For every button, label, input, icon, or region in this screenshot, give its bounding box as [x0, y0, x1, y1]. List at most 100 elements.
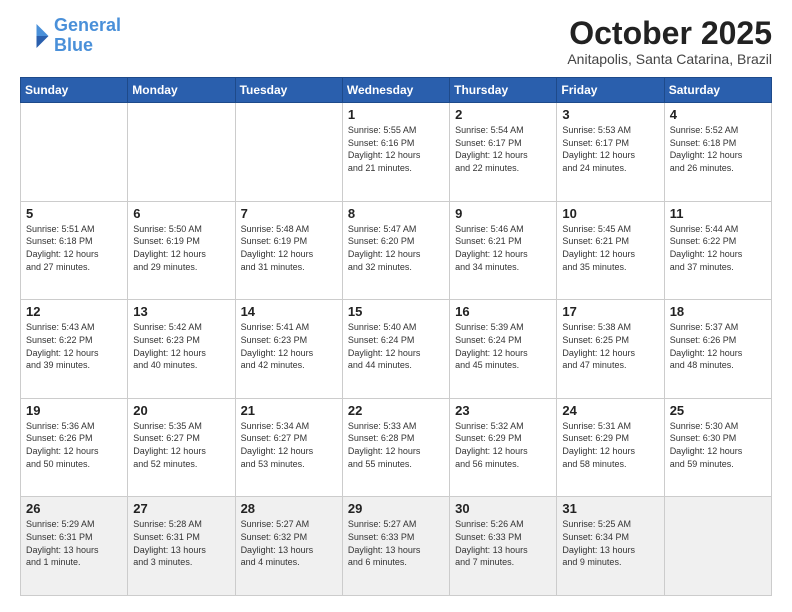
day-info: Sunrise: 5:53 AM Sunset: 6:17 PM Dayligh…: [562, 124, 658, 174]
column-header-friday: Friday: [557, 78, 664, 103]
day-cell: 10Sunrise: 5:45 AM Sunset: 6:21 PM Dayli…: [557, 201, 664, 300]
day-number: 26: [26, 501, 122, 516]
day-info: Sunrise: 5:50 AM Sunset: 6:19 PM Dayligh…: [133, 223, 229, 273]
day-number: 17: [562, 304, 658, 319]
day-info: Sunrise: 5:27 AM Sunset: 6:33 PM Dayligh…: [348, 518, 444, 568]
week-row-4: 19 Sunrise: 5:36 AM Sunset: 6:26 PM Dayli…: [21, 398, 772, 497]
day-info: Sunrise: 5:27 AM Sunset: 6:32 PM Dayligh…: [241, 518, 337, 568]
day-cell: 7 Sunrise: 5:48 AM Sunset: 6:19 PM Daylig…: [235, 201, 342, 300]
logo: General Blue: [20, 16, 121, 56]
logo-general: General: [54, 15, 121, 35]
day-number: 3: [562, 107, 658, 122]
day-info: Sunrise: 5:44 AM Sunset: 6:22 PM Dayligh…: [670, 223, 766, 273]
day-cell: [128, 103, 235, 202]
day-info: Sunrise: 5:38 AM Sunset: 6:25 PM Dayligh…: [562, 321, 658, 371]
day-number: 9: [455, 206, 551, 221]
day-info: Sunrise: 5:29 AM Sunset: 6:31 PM Dayligh…: [26, 518, 122, 568]
day-info: Sunrise: 5:42 AM Sunset: 6:23 PM Dayligh…: [133, 321, 229, 371]
day-cell: 1 Sunrise: 5:55 AM Sunset: 6:16 PM Daylig…: [342, 103, 449, 202]
day-cell: 16 Sunrise: 5:39 AM Sunset: 6:24 PM Dayli…: [450, 300, 557, 399]
day-info: Sunrise: 5:40 AM Sunset: 6:24 PM Dayligh…: [348, 321, 444, 371]
day-number: 5: [26, 206, 122, 221]
day-number: 25: [670, 403, 766, 418]
column-header-tuesday: Tuesday: [235, 78, 342, 103]
calendar-table: SundayMondayTuesdayWednesdayThursdayFrid…: [20, 77, 772, 596]
day-info: Sunrise: 5:51 AM Sunset: 6:18 PM Dayligh…: [26, 223, 122, 273]
day-number: 15: [348, 304, 444, 319]
day-number: 30: [455, 501, 551, 516]
day-cell: [235, 103, 342, 202]
day-info: Sunrise: 5:30 AM Sunset: 6:30 PM Dayligh…: [670, 420, 766, 470]
day-cell: 21Sunrise: 5:34 AM Sunset: 6:27 PM Dayli…: [235, 398, 342, 497]
week-row-1: 1 Sunrise: 5:55 AM Sunset: 6:16 PM Daylig…: [21, 103, 772, 202]
day-cell: 12 Sunrise: 5:43 AM Sunset: 6:22 PM Dayli…: [21, 300, 128, 399]
day-number: 2: [455, 107, 551, 122]
logo-text: General Blue: [54, 16, 121, 56]
day-info: Sunrise: 5:43 AM Sunset: 6:22 PM Dayligh…: [26, 321, 122, 371]
day-number: 29: [348, 501, 444, 516]
day-cell: 19 Sunrise: 5:36 AM Sunset: 6:26 PM Dayli…: [21, 398, 128, 497]
day-cell: 30 Sunrise: 5:26 AM Sunset: 6:33 PM Dayli…: [450, 497, 557, 596]
day-cell: 5 Sunrise: 5:51 AM Sunset: 6:18 PM Daylig…: [21, 201, 128, 300]
day-info: Sunrise: 5:33 AM Sunset: 6:28 PM Dayligh…: [348, 420, 444, 470]
day-cell: 27 Sunrise: 5:28 AM Sunset: 6:31 PM Dayli…: [128, 497, 235, 596]
day-info: Sunrise: 5:48 AM Sunset: 6:19 PM Dayligh…: [241, 223, 337, 273]
day-number: 28: [241, 501, 337, 516]
column-header-thursday: Thursday: [450, 78, 557, 103]
day-number: 23: [455, 403, 551, 418]
day-number: 21: [241, 403, 337, 418]
day-info: Sunrise: 5:46 AM Sunset: 6:21 PM Dayligh…: [455, 223, 551, 273]
day-number: 16: [455, 304, 551, 319]
day-info: Sunrise: 5:36 AM Sunset: 6:26 PM Dayligh…: [26, 420, 122, 470]
day-cell: 15 Sunrise: 5:40 AM Sunset: 6:24 PM Dayli…: [342, 300, 449, 399]
week-row-5: 26 Sunrise: 5:29 AM Sunset: 6:31 PM Dayli…: [21, 497, 772, 596]
day-info: Sunrise: 5:32 AM Sunset: 6:29 PM Dayligh…: [455, 420, 551, 470]
day-info: Sunrise: 5:39 AM Sunset: 6:24 PM Dayligh…: [455, 321, 551, 371]
day-number: 20: [133, 403, 229, 418]
subtitle: Anitapolis, Santa Catarina, Brazil: [567, 51, 772, 67]
day-cell: [664, 497, 771, 596]
day-info: Sunrise: 5:55 AM Sunset: 6:16 PM Dayligh…: [348, 124, 444, 174]
day-cell: 23 Sunrise: 5:32 AM Sunset: 6:29 PM Dayli…: [450, 398, 557, 497]
week-row-3: 12 Sunrise: 5:43 AM Sunset: 6:22 PM Dayli…: [21, 300, 772, 399]
day-cell: [21, 103, 128, 202]
day-number: 1: [348, 107, 444, 122]
day-cell: 22 Sunrise: 5:33 AM Sunset: 6:28 PM Dayli…: [342, 398, 449, 497]
day-cell: 11 Sunrise: 5:44 AM Sunset: 6:22 PM Dayli…: [664, 201, 771, 300]
day-info: Sunrise: 5:28 AM Sunset: 6:31 PM Dayligh…: [133, 518, 229, 568]
week-row-2: 5 Sunrise: 5:51 AM Sunset: 6:18 PM Daylig…: [21, 201, 772, 300]
day-info: Sunrise: 5:47 AM Sunset: 6:20 PM Dayligh…: [348, 223, 444, 273]
day-info: Sunrise: 5:52 AM Sunset: 6:18 PM Dayligh…: [670, 124, 766, 174]
calendar-header-row: SundayMondayTuesdayWednesdayThursdayFrid…: [21, 78, 772, 103]
day-number: 19: [26, 403, 122, 418]
day-cell: 24Sunrise: 5:31 AM Sunset: 6:29 PM Dayli…: [557, 398, 664, 497]
day-cell: 9 Sunrise: 5:46 AM Sunset: 6:21 PM Daylig…: [450, 201, 557, 300]
day-cell: 13 Sunrise: 5:42 AM Sunset: 6:23 PM Dayli…: [128, 300, 235, 399]
day-info: Sunrise: 5:41 AM Sunset: 6:23 PM Dayligh…: [241, 321, 337, 371]
day-info: Sunrise: 5:37 AM Sunset: 6:26 PM Dayligh…: [670, 321, 766, 371]
day-cell: 20Sunrise: 5:35 AM Sunset: 6:27 PM Dayli…: [128, 398, 235, 497]
day-cell: 25 Sunrise: 5:30 AM Sunset: 6:30 PM Dayli…: [664, 398, 771, 497]
day-number: 31: [562, 501, 658, 516]
day-number: 13: [133, 304, 229, 319]
day-number: 22: [348, 403, 444, 418]
day-number: 18: [670, 304, 766, 319]
day-number: 4: [670, 107, 766, 122]
day-number: 27: [133, 501, 229, 516]
day-cell: 29 Sunrise: 5:27 AM Sunset: 6:33 PM Dayli…: [342, 497, 449, 596]
header: General Blue October 2025 Anitapolis, Sa…: [20, 16, 772, 67]
day-info: Sunrise: 5:45 AM Sunset: 6:21 PM Dayligh…: [562, 223, 658, 273]
day-cell: 17 Sunrise: 5:38 AM Sunset: 6:25 PM Dayli…: [557, 300, 664, 399]
column-header-sunday: Sunday: [21, 78, 128, 103]
day-info: Sunrise: 5:25 AM Sunset: 6:34 PM Dayligh…: [562, 518, 658, 568]
logo-icon: [20, 21, 50, 51]
day-number: 7: [241, 206, 337, 221]
day-info: Sunrise: 5:26 AM Sunset: 6:33 PM Dayligh…: [455, 518, 551, 568]
day-number: 12: [26, 304, 122, 319]
day-cell: 26 Sunrise: 5:29 AM Sunset: 6:31 PM Dayli…: [21, 497, 128, 596]
day-number: 14: [241, 304, 337, 319]
day-cell: 18 Sunrise: 5:37 AM Sunset: 6:26 PM Dayli…: [664, 300, 771, 399]
day-number: 11: [670, 206, 766, 221]
day-number: 24: [562, 403, 658, 418]
main-title: October 2025: [567, 16, 772, 51]
